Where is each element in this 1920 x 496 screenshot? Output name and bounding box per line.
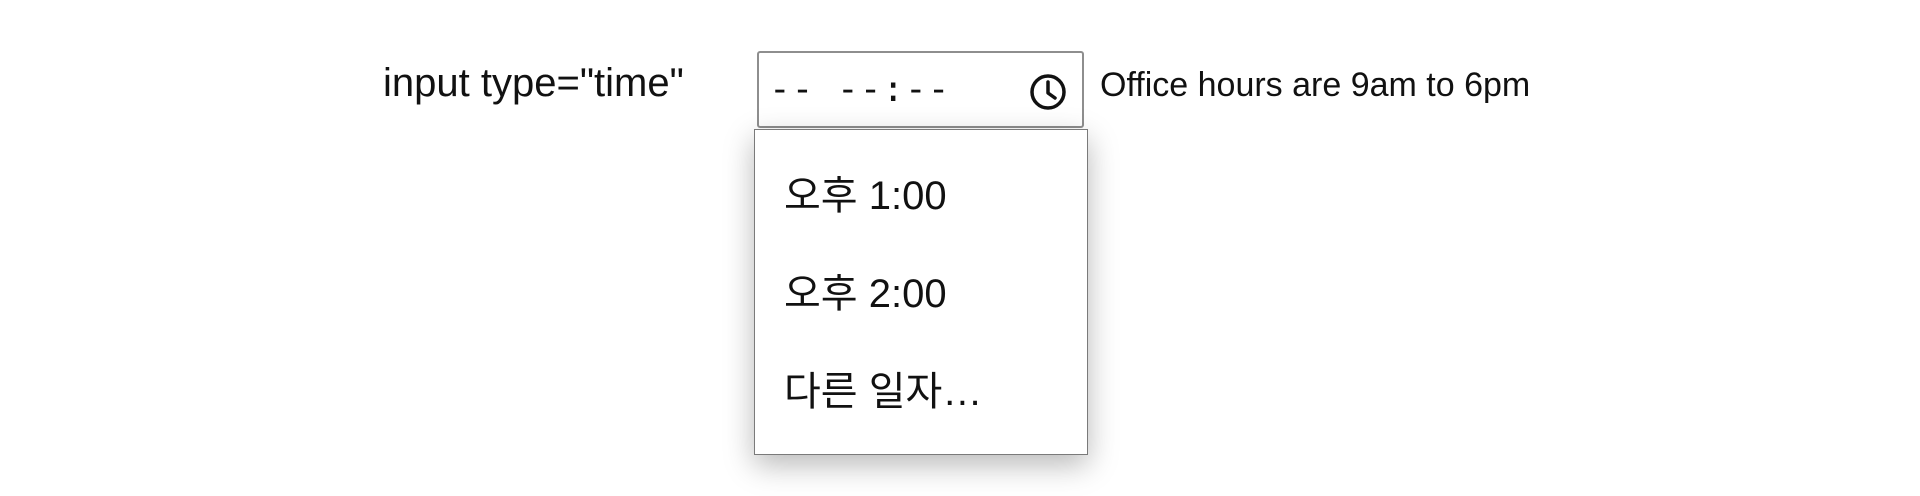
- time-value[interactable]: -- --:--: [769, 65, 950, 115]
- field-label: input type="time": [383, 61, 684, 105]
- clock-picker-button[interactable]: [1028, 72, 1068, 112]
- time-input-demo: input type="time" -- --:-- Office hours …: [0, 0, 1920, 496]
- time-input[interactable]: -- --:--: [757, 51, 1084, 128]
- dropdown-option-1pm[interactable]: 오후 1:00: [784, 171, 947, 221]
- dropdown-option-other[interactable]: 다른 일자…: [784, 367, 982, 417]
- clock-icon: [1030, 74, 1066, 110]
- dropdown-option-2pm[interactable]: 오후 2:00: [784, 269, 947, 319]
- office-hours-hint: Office hours are 9am to 6pm: [1100, 66, 1531, 104]
- time-suggestions-dropdown: 오후 1:00 오후 2:00 다른 일자…: [754, 129, 1088, 455]
